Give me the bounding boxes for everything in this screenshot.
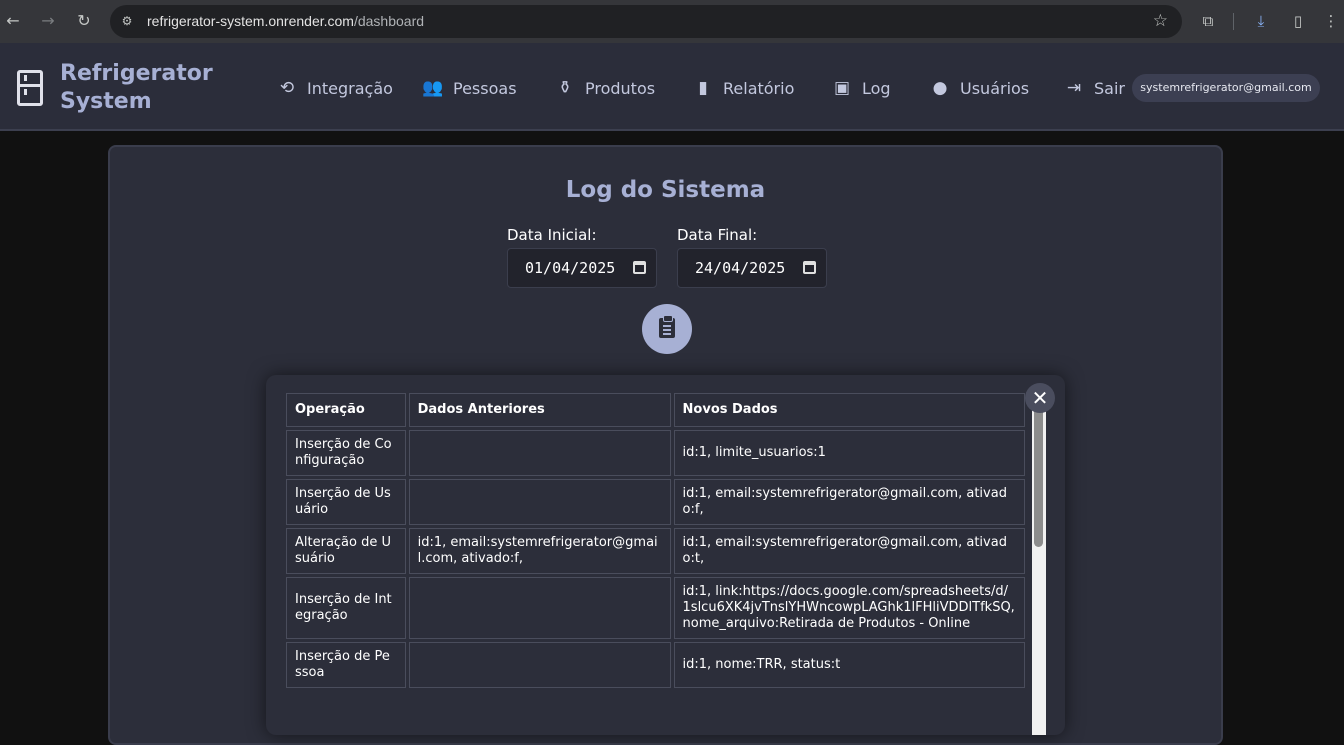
nav-label: Pessoas bbox=[453, 78, 517, 98]
table-scrollbar-thumb[interactable] bbox=[1034, 407, 1043, 547]
url-text[interactable]: refrigerator-system.onrender.com/dashboa… bbox=[147, 13, 424, 29]
app-header: Refrigerator System ⟲ Integração 👥 Pessoas… bbox=[0, 43, 1344, 131]
cell-operacao: Inserção de Pessoa bbox=[286, 642, 406, 688]
back-icon[interactable]: ← bbox=[2, 10, 24, 32]
clipboard-icon bbox=[659, 315, 675, 338]
column-header-novos-dados: Novos Dados bbox=[673, 393, 1025, 427]
calendar-icon[interactable] bbox=[803, 261, 816, 274]
logout-icon: ⇥ bbox=[1066, 78, 1082, 98]
calendar-icon[interactable] bbox=[633, 261, 646, 274]
cell-novos-dados: id:1, link:https://docs.google.com/sprea… bbox=[673, 577, 1025, 639]
nav-item-pessoas[interactable]: 👥 Pessoas bbox=[421, 76, 517, 100]
sync-icon: ⟲ bbox=[279, 78, 295, 98]
address-bar[interactable]: ⚙ refrigerator-system.onrender.com/dashb… bbox=[110, 5, 1182, 38]
table-row: Inserção de Pessoa id:1, nome:TRR, statu… bbox=[286, 642, 1025, 688]
download-icon[interactable]: ⤓ bbox=[1252, 11, 1270, 31]
bottles-icon: ⚱ bbox=[557, 78, 573, 98]
cell-operacao: Inserção de Usuário bbox=[286, 479, 406, 525]
log-table: Operação Dados Anteriores Novos Dados In… bbox=[286, 393, 1028, 691]
cell-novos-dados: id:1, limite_usuarios:1 bbox=[673, 430, 1025, 476]
person-icon: ● bbox=[932, 78, 948, 98]
extensions-icon[interactable]: ⧉ bbox=[1199, 11, 1217, 31]
browser-toolbar: ← → ↻ ⚙ refrigerator-system.onrender.com… bbox=[0, 0, 1344, 43]
nav-item-integracao[interactable]: ⟲ Integração bbox=[275, 76, 393, 100]
reload-icon[interactable]: ↻ bbox=[73, 10, 95, 32]
nav-item-usuarios[interactable]: ● Usuários bbox=[928, 76, 1030, 100]
column-header-dados-anteriores: Dados Anteriores bbox=[408, 393, 671, 427]
table-row: Inserção de Usuário id:1, email:systemre… bbox=[286, 479, 1025, 525]
nav-item-sair[interactable]: ⇥ Sair bbox=[1062, 76, 1125, 100]
end-date-label: Data Final: bbox=[677, 226, 758, 244]
page-title: Log do Sistema bbox=[565, 177, 766, 203]
table-row: Inserção de Integração id:1, link:https:… bbox=[286, 577, 1025, 639]
cell-dados-anteriores bbox=[408, 430, 671, 476]
bookmark-star-icon[interactable]: ☆ bbox=[1153, 11, 1168, 31]
cell-novos-dados: id:1, nome:TRR, status:t bbox=[673, 642, 1025, 688]
nav-label: Integração bbox=[307, 78, 393, 98]
cell-dados-anteriores bbox=[408, 642, 671, 688]
nav-label: Produtos bbox=[585, 78, 656, 98]
cell-dados-anteriores bbox=[408, 479, 671, 525]
log-chart-icon: ▣ bbox=[833, 78, 851, 98]
cell-novos-dados: id:1, email:systemrefrigerator@gmail.com… bbox=[673, 528, 1025, 574]
table-header-row: Operação Dados Anteriores Novos Dados bbox=[286, 393, 1025, 427]
column-header-operacao: Operação bbox=[286, 393, 406, 427]
nav-item-produtos[interactable]: ⚱ Produtos bbox=[553, 76, 655, 100]
end-date-input[interactable]: 24/04/2025 bbox=[677, 248, 827, 288]
site-info-icon[interactable]: ⚙ bbox=[119, 13, 135, 29]
forward-icon[interactable]: → bbox=[37, 10, 59, 32]
end-date-value: 24/04/2025 bbox=[695, 259, 786, 277]
nav-item-relatorio[interactable]: ▮ Relatório bbox=[691, 76, 794, 100]
user-email-badge[interactable]: systemrefrigerator@gmail.com bbox=[1132, 74, 1320, 102]
cell-dados-anteriores: id:1, email:systemrefrigerator@gmail.com… bbox=[408, 528, 671, 574]
brand-line-2: System bbox=[60, 89, 152, 114]
log-table-container[interactable]: Operação Dados Anteriores Novos Dados In… bbox=[286, 393, 1031, 733]
table-row: Inserção de Configuração id:1, limite_us… bbox=[286, 430, 1025, 476]
brand-name[interactable]: Refrigerator System bbox=[60, 60, 230, 116]
nav-label: Sair bbox=[1094, 78, 1125, 98]
table-row: Alteração de Usuário id:1, email:systemr… bbox=[286, 528, 1025, 574]
browser-menu-icon[interactable]: ⋮ bbox=[1322, 11, 1340, 31]
cell-novos-dados: id:1, email:systemrefrigerator@gmail.com… bbox=[673, 479, 1025, 525]
fridge-extension-icon[interactable]: ▯ bbox=[1289, 11, 1307, 31]
toolbar-divider bbox=[1233, 13, 1234, 30]
cell-operacao: Alteração de Usuário bbox=[286, 528, 406, 574]
nav-label: Relatório bbox=[723, 78, 795, 98]
log-modal: Operação Dados Anteriores Novos Dados In… bbox=[266, 375, 1065, 735]
cell-operacao: Inserção de Integração bbox=[286, 577, 406, 639]
start-date-value: 01/04/2025 bbox=[525, 259, 616, 277]
start-date-input[interactable]: 01/04/2025 bbox=[507, 248, 657, 288]
nav-label: Log bbox=[862, 78, 891, 98]
start-date-label: Data Inicial: bbox=[507, 226, 597, 244]
bar-chart-icon: ▮ bbox=[698, 78, 708, 98]
brand-line-1: Refrigerator bbox=[60, 61, 213, 86]
fridge-logo-icon[interactable] bbox=[17, 70, 43, 106]
cell-dados-anteriores bbox=[408, 577, 671, 639]
generate-log-button[interactable] bbox=[642, 304, 692, 354]
cell-operacao: Inserção de Configuração bbox=[286, 430, 406, 476]
nav-item-log[interactable]: ▣ Log bbox=[830, 76, 891, 100]
nav-label: Usuários bbox=[960, 78, 1030, 98]
close-icon: ✕ bbox=[1031, 386, 1049, 410]
people-icon: 👥 bbox=[422, 78, 444, 98]
close-modal-button[interactable]: ✕ bbox=[1025, 383, 1055, 413]
